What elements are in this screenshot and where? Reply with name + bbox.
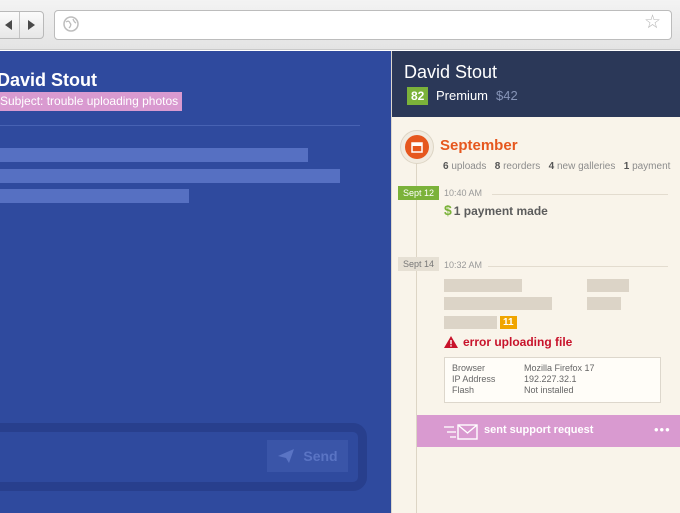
- redacted-placeholder: [587, 279, 629, 292]
- dollar-icon: $: [444, 202, 452, 218]
- forward-icon: [27, 20, 35, 30]
- event-time: 10:40 AM: [444, 188, 483, 198]
- back-icon: [5, 20, 13, 30]
- support-request-event[interactable]: sent support request •••: [417, 415, 680, 447]
- customer-profile-panel: David Stout 82 Premium $42 September 6 u…: [391, 51, 680, 513]
- back-button[interactable]: [0, 12, 19, 38]
- profile-header: David Stout 82 Premium $42: [392, 51, 680, 117]
- globe-icon: [63, 16, 79, 32]
- forward-button[interactable]: [18, 12, 43, 38]
- send-icon: [278, 449, 295, 463]
- redacted-placeholder: [444, 316, 497, 329]
- customer-name: David Stout: [0, 70, 98, 90]
- detail-row: Flash Not installed: [452, 385, 574, 395]
- message-line-placeholder: [0, 169, 340, 183]
- score-badge: 82: [407, 87, 429, 105]
- profile-name: David Stout: [404, 62, 498, 82]
- detail-row: IP Address 192.227.32.1: [452, 374, 577, 384]
- nav-buttons: [0, 11, 44, 39]
- message-line-placeholder: [0, 148, 308, 162]
- bookmark-star-icon[interactable]: ☆: [644, 13, 674, 33]
- count-badge: 11: [500, 316, 517, 329]
- conversation-panel: David Stout Subject: trouble uploading p…: [0, 51, 391, 513]
- event-date-tag: Sept 14: [398, 257, 440, 271]
- detail-row: Browser Mozilla Firefox 17: [452, 363, 595, 373]
- timeline-month: September: [440, 137, 518, 154]
- envelope-icon: [444, 424, 478, 440]
- send-button[interactable]: Send: [267, 440, 348, 472]
- activity-stats: 6 uploads 8 reorders 4 new galleries 1 p…: [443, 161, 671, 172]
- timeline-line: [416, 151, 417, 513]
- redacted-placeholder: [444, 297, 552, 310]
- error-message: error uploading file: [444, 335, 572, 349]
- error-details-box: Browser Mozilla Firefox 17 IP Address 192.…: [444, 357, 661, 403]
- redacted-placeholder: [587, 297, 621, 310]
- divider: [0, 125, 360, 126]
- subject-label: Subject: trouble uploading photos: [0, 92, 183, 111]
- message-line-placeholder: [0, 189, 189, 203]
- more-icon[interactable]: •••: [654, 422, 671, 437]
- send-label: Send: [303, 448, 338, 464]
- browser-toolbar: ☆: [0, 0, 680, 50]
- payment-event: $1 payment made: [444, 202, 548, 218]
- redacted-placeholder: [444, 279, 522, 292]
- warning-icon: [444, 336, 458, 348]
- plan-tier: Premium: [436, 88, 489, 103]
- event-rule: [492, 194, 668, 195]
- event-date-tag: Sept 12: [398, 186, 440, 200]
- support-label: sent support request: [484, 424, 594, 436]
- calendar-icon: [405, 135, 429, 159]
- plan-amount: $42: [496, 88, 518, 103]
- event-rule: [488, 266, 668, 267]
- url-input[interactable]: [54, 10, 672, 40]
- event-time: 10:32 AM: [444, 260, 483, 270]
